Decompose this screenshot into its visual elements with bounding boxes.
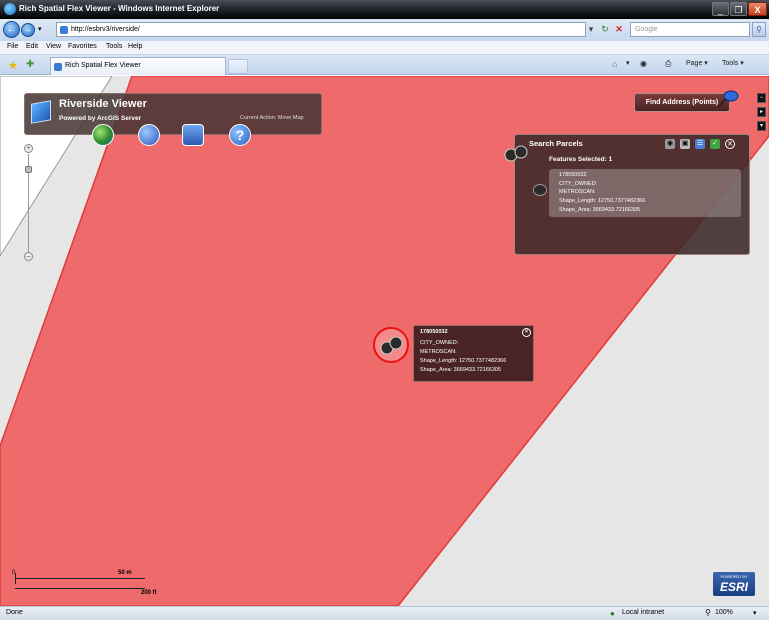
security-zone[interactable]: Local intranet — [622, 609, 664, 616]
esri-powered-by: POWERED BY — [720, 574, 748, 579]
page-menu[interactable]: Page ▾ — [686, 59, 708, 67]
zoom-level[interactable]: 100% — [715, 609, 733, 616]
popup-metroscan: METROSCAN: — [420, 349, 457, 355]
popup-shape-length: Shape_Length: 12750.7377482366 — [420, 358, 507, 364]
search-parcels-title: Search Parcels — [529, 139, 583, 148]
window-title-bar: Rich Spatial Flex Viewer - Windows Inter… — [0, 0, 769, 19]
ie-logo-icon — [4, 3, 16, 15]
features-selected: Features Selected: 1 — [549, 156, 613, 163]
help-icon[interactable]: ? — [229, 124, 251, 146]
zoom-slider-thumb[interactable] — [25, 166, 32, 173]
zoom-in-button[interactable]: + — [24, 144, 33, 153]
favorites-star-icon[interactable]: ★ — [8, 59, 18, 72]
scale-metric-label: 50 m — [118, 570, 132, 576]
tab-favicon-icon — [54, 63, 62, 71]
esri-name: ESRI — [719, 580, 748, 594]
select-tool-icon[interactable]: ▣ — [680, 139, 690, 149]
result-city-owned: CITY_OWNED: — [559, 181, 598, 187]
map-canvas[interactable]: Riverside Viewer Powered by ArcGIS Serve… — [0, 76, 769, 606]
close-button[interactable]: X — [748, 2, 767, 16]
address-toolbar: ← → ▾ http://esbrv3/riverside/ ▾ ↻ ✕ Goo… — [0, 19, 769, 41]
menu-favorites[interactable]: Favorites — [68, 43, 97, 50]
page-favicon-icon — [60, 26, 68, 34]
feature-info-popup: 178050032 ✕ CITY_OWNED: METROSCAN: Shape… — [413, 325, 534, 382]
refresh-icon[interactable]: ↻ — [598, 23, 612, 36]
zoom-out-button[interactable]: – — [24, 252, 33, 261]
popup-close-icon[interactable]: ✕ — [522, 328, 531, 337]
menu-edit[interactable]: Edit — [26, 43, 38, 50]
stop-icon[interactable]: ✕ — [612, 23, 626, 36]
address-input[interactable]: http://esbrv3/riverside/ — [56, 22, 586, 37]
home-icon[interactable]: ⌂ — [612, 59, 617, 69]
pushpin-icon — [717, 90, 739, 108]
popup-shape-area: Shape_Area: 3669433.72166305 — [420, 367, 502, 373]
esri-logo: POWERED BY ESRI — [713, 572, 755, 596]
menu-view[interactable]: View — [46, 43, 61, 50]
side-minimize-button[interactable]: − — [757, 93, 766, 103]
riverside-logo-icon — [31, 100, 51, 124]
widget-close-icon[interactable]: ✕ — [725, 139, 735, 149]
maximize-button[interactable]: ❐ — [730, 2, 747, 16]
navigation-compass-icon[interactable] — [138, 124, 160, 146]
current-action: Current Action: Move Map — [240, 115, 304, 121]
app-title: Riverside Viewer — [59, 98, 147, 110]
binoculars-search-icon[interactable]: ◉ — [665, 139, 675, 149]
status-bar: Done ● Local intranet ⚲ 100% ▾ — [0, 606, 769, 620]
search-input[interactable]: Google — [630, 22, 750, 37]
result-binoculars-icon — [533, 184, 547, 196]
tab-label: Rich Spatial Flex Viewer — [65, 62, 141, 69]
tab-bar: ★ ✚ Rich Spatial Flex Viewer ⌂ ▾ ◉ ⎙ Pag… — [0, 55, 769, 75]
back-button[interactable]: ← — [3, 21, 20, 38]
address-url: http://esbrv3/riverside/ — [71, 26, 140, 33]
popup-id: 178050032 — [420, 329, 448, 335]
globe-icon[interactable] — [92, 124, 114, 146]
result-id: 178050032 — [559, 172, 587, 178]
menu-tools[interactable]: Tools — [106, 43, 122, 50]
tools-gear-icon[interactable] — [182, 124, 204, 146]
tools-menu[interactable]: Tools ▾ — [722, 59, 744, 67]
add-favorite-icon[interactable]: ✚ — [26, 59, 34, 70]
result-shape-length: Shape_Length: 12750.7377482366 — [559, 198, 646, 204]
settings-icon[interactable]: ✓ — [710, 139, 720, 149]
scale-bar-imperial — [15, 588, 145, 589]
popup-city-owned: CITY_OWNED: — [420, 340, 459, 346]
scale-bar-metric — [15, 578, 145, 579]
result-shape-area: Shape_Area: 3669433.72166305 — [559, 207, 641, 213]
menu-bar: File Edit View Favorites Tools Help — [0, 41, 769, 55]
address-dropdown-icon[interactable]: ▾ — [584, 23, 598, 36]
marker-binoculars-icon — [380, 336, 403, 355]
search-parcels-widget: Search Parcels ◉ ▣ ☰ ✓ ✕ Features Select… — [504, 134, 750, 255]
table-view-icon[interactable]: ☰ — [695, 139, 705, 149]
status-text: Done — [6, 609, 23, 616]
app-header-panel: Riverside Viewer Powered by ArcGIS Serve… — [24, 93, 322, 135]
menu-help[interactable]: Help — [128, 43, 142, 50]
search-icon[interactable]: ⚲ — [752, 22, 766, 37]
side-collapse-button[interactable]: ▾ — [757, 121, 766, 131]
window-title: Rich Spatial Flex Viewer - Windows Inter… — [19, 4, 220, 13]
menu-file[interactable]: File — [7, 43, 18, 50]
minimize-button[interactable]: _ — [712, 2, 729, 16]
forward-button[interactable]: → — [21, 23, 35, 37]
zoom-magnifier-icon: ⚲ — [705, 608, 711, 617]
zoom-dropdown-icon[interactable]: ▾ — [753, 609, 757, 617]
new-tab-button[interactable] — [228, 59, 248, 74]
selected-feature-marker[interactable] — [373, 327, 409, 363]
app-subtitle: Powered by ArcGIS Server — [59, 115, 142, 122]
result-metroscan: METROSCAN: — [559, 189, 596, 195]
history-dropdown-icon[interactable]: ▾ — [38, 25, 42, 33]
search-result-card[interactable]: 178050032 CITY_OWNED: METROSCAN: Shape_L… — [549, 169, 741, 217]
print-icon[interactable]: ⎙ — [665, 59, 671, 69]
feeds-dropdown-icon[interactable]: ▾ — [626, 59, 630, 67]
side-expand-button[interactable]: ▸ — [757, 107, 766, 117]
intranet-globe-icon: ● — [610, 609, 615, 618]
binoculars-icon — [504, 145, 528, 162]
feeds-icon[interactable]: ◉ — [640, 59, 647, 68]
tab-rich-spatial-flex-viewer[interactable]: Rich Spatial Flex Viewer — [50, 57, 226, 75]
scale-imperial-label: 200 ft — [141, 590, 157, 596]
